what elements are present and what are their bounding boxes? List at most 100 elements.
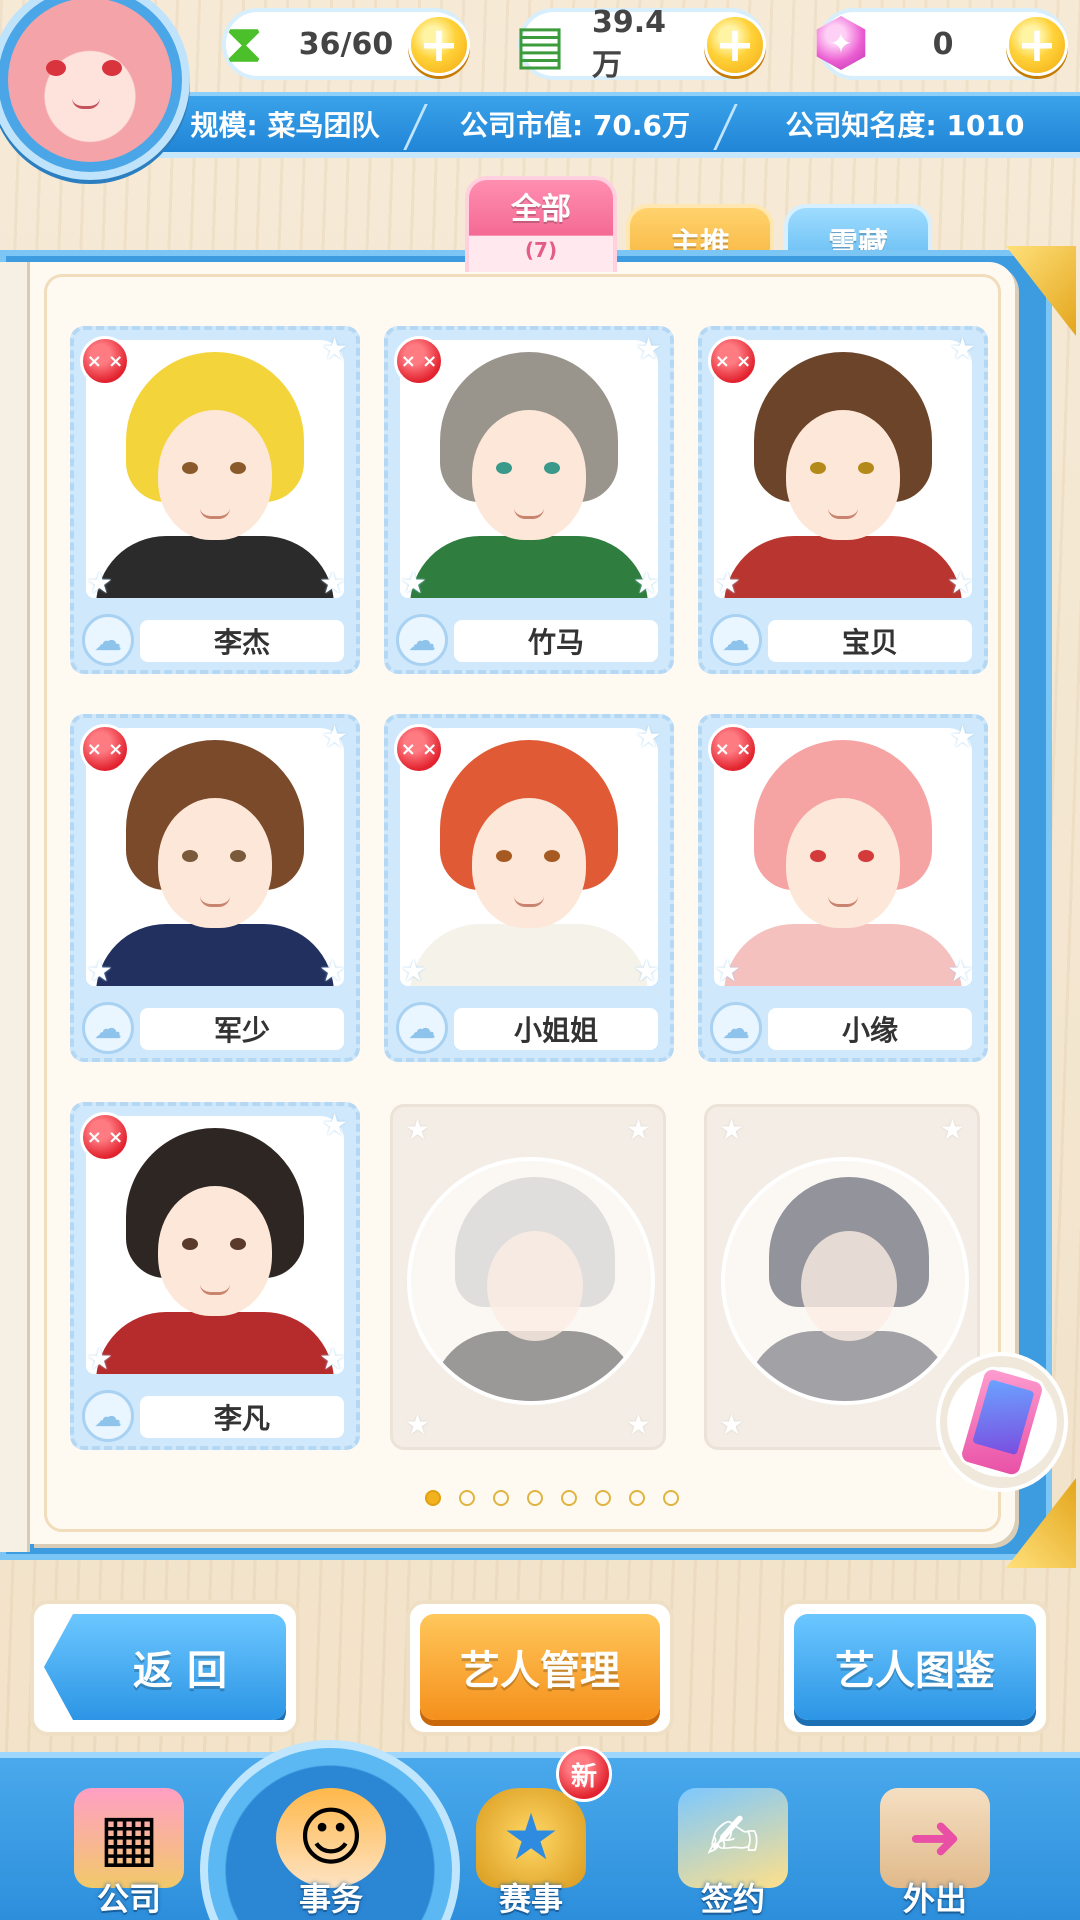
page-dot[interactable] — [595, 1490, 611, 1506]
energy-hourglass-icon: ⧗ — [225, 12, 263, 75]
artist-outfit — [724, 536, 962, 598]
gem-add-button[interactable]: + — [1006, 14, 1068, 76]
cloud-icon: ☁ — [82, 1390, 134, 1442]
energy-bar: ⧗ 36/60 + — [222, 8, 470, 80]
affairs-manager-icon: ☺ — [276, 1788, 386, 1888]
tab-all-label: 全部 — [511, 192, 571, 227]
book-left-page-edge — [0, 262, 30, 1552]
back-button-frame: 返 回 — [30, 1600, 300, 1736]
cash-stack-icon: ▤ — [514, 12, 566, 76]
nav-company[interactable]: ▦ 公司 — [54, 1772, 204, 1920]
page-dot[interactable] — [425, 1490, 441, 1506]
artist-face — [158, 410, 272, 540]
star-icon: ★ — [400, 954, 427, 989]
unhappy-mood-icon: × × — [708, 724, 758, 774]
artist-outfit — [96, 536, 334, 598]
artist-card[interactable]: ★ ★ ★ × × ☁ 军少 — [70, 714, 360, 1062]
artist-portrait — [714, 340, 972, 598]
artist-card[interactable]: ★ ★ ★ × × ☁ 竹马 — [384, 326, 674, 674]
nav-outing[interactable]: ➜ 外出 — [860, 1772, 1010, 1920]
star-icon: ★ — [939, 1113, 965, 1146]
star-icon: ★ — [405, 1408, 431, 1441]
artist-catalog-button[interactable]: 艺人图鉴 — [794, 1614, 1036, 1720]
company-market-value: 公司市值: 70.6万 — [420, 96, 730, 152]
page-dot[interactable] — [629, 1490, 645, 1506]
star-icon: ★ — [949, 332, 976, 367]
artist-name: 李凡 — [140, 1396, 344, 1438]
locked-artist-outfit — [431, 1331, 639, 1401]
page-indicator — [0, 1490, 1080, 1510]
star-icon: ★ — [86, 954, 113, 989]
star-icon: ★ — [319, 1342, 346, 1377]
locked-artist-outfit — [745, 1331, 953, 1401]
phone-icon — [956, 1363, 1048, 1481]
back-button[interactable]: 返 回 — [44, 1614, 286, 1720]
cash-value: 39.4万 — [592, 4, 667, 83]
company-fame: 公司知名度: 1010 — [730, 96, 1080, 152]
cash-add-button[interactable]: + — [704, 14, 766, 76]
cash-bar: ▤ 39.4万 + — [514, 4, 766, 83]
star-icon: ★ — [400, 566, 427, 601]
company-scale: 规模: 菜鸟团队 — [190, 109, 380, 142]
artist-card[interactable]: ★ ★ ★ × × ☁ 李凡 — [70, 1102, 360, 1450]
artist-outfit — [96, 924, 334, 986]
cloud-icon: ☁ — [82, 614, 134, 666]
star-icon: ★ — [633, 566, 660, 601]
top-hud: ⧗ 36/60 + ▤ 39.4万 + ✦ 0 + 规模: 菜鸟团队 公司市值:… — [0, 0, 1080, 190]
star-icon: ★ — [86, 566, 113, 601]
artist-name: 宝贝 — [768, 620, 972, 662]
unhappy-mood-icon: × × — [80, 336, 130, 386]
star-icon: ★ — [719, 1113, 745, 1146]
page-dot[interactable] — [493, 1490, 509, 1506]
page-dot[interactable] — [561, 1490, 577, 1506]
locked-artist-silhouette — [407, 1157, 655, 1405]
tab-all-count: (7) — [524, 238, 558, 262]
page-dot[interactable] — [527, 1490, 543, 1506]
phone-button[interactable] — [936, 1352, 1068, 1492]
locked-artist-silhouette — [721, 1157, 969, 1405]
star-icon: ★ — [635, 332, 662, 367]
cloud-icon: ☁ — [710, 1002, 762, 1054]
star-icon: ★ — [319, 566, 346, 601]
catalog-button-frame: 艺人图鉴 — [780, 1600, 1050, 1736]
artist-card[interactable]: ★ ★ ★ × × ☁ 李杰 — [70, 326, 360, 674]
nav-sign[interactable]: ✍ 签约 — [658, 1772, 808, 1920]
artist-card[interactable]: ★ ★ ★ × × ☁ 宝贝 — [698, 326, 988, 674]
nav-sign-label: 签约 — [700, 1880, 765, 1918]
artist-manage-button[interactable]: 艺人管理 — [420, 1614, 660, 1720]
nav-outing-label: 外出 — [902, 1880, 967, 1918]
artist-face — [158, 798, 272, 928]
artist-card[interactable]: ★ ★ ★ × × ☁ 小姐姐 — [384, 714, 674, 1062]
unhappy-mood-icon: × × — [394, 724, 444, 774]
star-icon: ★ — [714, 954, 741, 989]
sign-contract-icon: ✍ — [678, 1788, 788, 1888]
star-icon: ★ — [719, 1408, 745, 1441]
star-icon: ★ — [405, 1113, 431, 1146]
locked-artist-slot[interactable]: ★★★★ — [390, 1104, 666, 1450]
artist-name: 竹马 — [454, 620, 658, 662]
star-icon: ★ — [625, 1113, 651, 1146]
cloud-icon: ☁ — [710, 614, 762, 666]
cloud-icon: ☁ — [82, 1002, 134, 1054]
page-dot[interactable] — [459, 1490, 475, 1506]
artist-name: 李杰 — [140, 620, 344, 662]
artist-face — [472, 798, 586, 928]
company-info-strip: 规模: 菜鸟团队 公司市值: 70.6万 公司知名度: 1010 — [150, 92, 1080, 158]
energy-add-button[interactable]: + — [408, 14, 470, 76]
artist-card[interactable]: ★ ★ ★ × × ☁ 小缘 — [698, 714, 988, 1062]
star-icon: ★ — [633, 954, 660, 989]
star-icon: ★ — [321, 720, 348, 755]
artist-portrait — [400, 340, 658, 598]
artist-portrait — [86, 1116, 344, 1374]
artist-portrait — [400, 728, 658, 986]
artist-face — [158, 1186, 272, 1316]
star-icon: ★ — [947, 954, 974, 989]
unhappy-mood-icon: × × — [80, 724, 130, 774]
tab-all[interactable]: 全部 (7) — [465, 176, 617, 272]
page-dot[interactable] — [663, 1490, 679, 1506]
nav-company-label: 公司 — [96, 1880, 161, 1918]
artist-face — [472, 410, 586, 540]
artist-portrait — [714, 728, 972, 986]
nav-affairs[interactable]: ☺ 事务 — [256, 1772, 406, 1920]
locked-artist-slot[interactable]: ★★★★ — [704, 1104, 980, 1450]
